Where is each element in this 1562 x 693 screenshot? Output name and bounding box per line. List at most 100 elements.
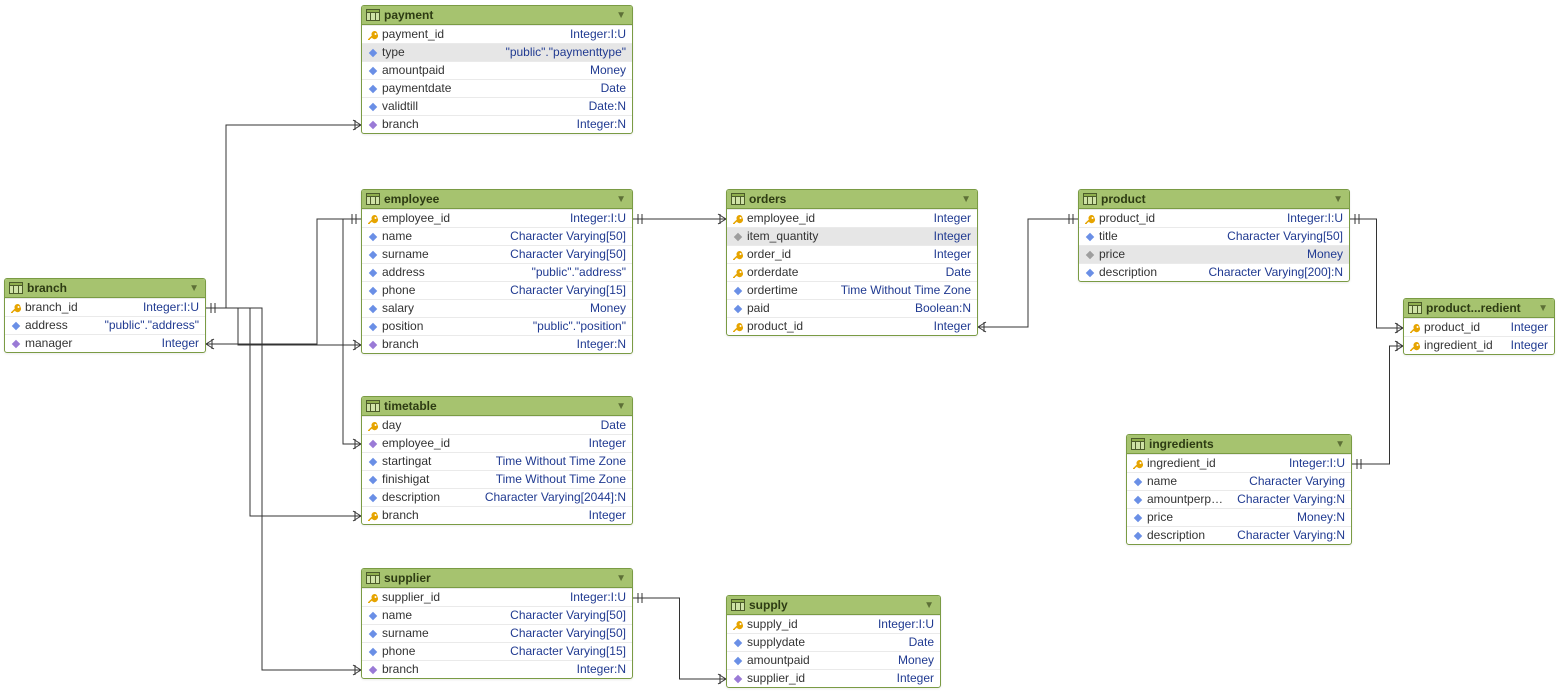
column-row[interactable]: supply_idInteger:I:U [727,615,940,633]
column-row[interactable]: order_idInteger [727,245,977,263]
column-row[interactable]: employee_idInteger:I:U [362,209,632,227]
entity-header[interactable]: product▼ [1079,190,1349,209]
diamond-icon [366,493,380,503]
column-row[interactable]: product_idInteger [727,317,977,335]
column-type: Integer:I:U [870,616,934,633]
entity-branch[interactable]: branch▼branch_idInteger:I:Uaddress"publi… [4,278,206,353]
column-row[interactable]: phoneCharacter Varying[15] [362,281,632,299]
column-row[interactable]: item_quantityInteger [727,227,977,245]
column-row[interactable]: ingredient_idInteger:I:U [1127,454,1351,472]
entity-timetable[interactable]: timetable▼dayDateemployee_idIntegerstart… [361,396,633,525]
column-row[interactable]: branch_idInteger:I:U [5,298,205,316]
column-row[interactable]: priceMoney [1079,245,1349,263]
column-row[interactable]: employee_idInteger [362,434,632,452]
column-row[interactable]: supplier_idInteger:I:U [362,588,632,606]
entity-header[interactable]: supply▼ [727,596,940,615]
entity-title: supplier [384,571,616,585]
column-row[interactable]: product_idInteger [1404,318,1554,336]
column-row[interactable]: validtillDate:N [362,97,632,115]
column-row[interactable]: product_idInteger:I:U [1079,209,1349,227]
column-row[interactable]: orderdateDate [727,263,977,281]
column-row[interactable]: managerInteger [5,334,205,352]
column-row[interactable]: branchInteger:N [362,335,632,353]
column-row[interactable]: supplydateDate [727,633,940,651]
column-type: Date:N [581,98,626,115]
column-row[interactable]: dayDate [362,416,632,434]
column-row[interactable]: descriptionCharacter Varying[200]:N [1079,263,1349,281]
column-type: Integer [581,507,626,524]
entity-header[interactable]: supplier▼ [362,569,632,588]
entity-header[interactable]: employee▼ [362,190,632,209]
entity-supply[interactable]: supply▼supply_idInteger:I:UsupplydateDat… [726,595,941,688]
column-row[interactable]: branchInteger [362,506,632,524]
entity-ingredients[interactable]: ingredients▼ingredient_idInteger:I:Uname… [1126,434,1352,545]
column-row[interactable]: amountpaidMoney [362,61,632,79]
table-icon [731,599,745,611]
column-row[interactable]: type"public"."paymenttype" [362,43,632,61]
diamond-icon [366,647,380,657]
entity-header[interactable]: product...redient▼ [1404,299,1554,318]
table-icon [1131,438,1145,450]
entity-header[interactable]: orders▼ [727,190,977,209]
entity-header[interactable]: timetable▼ [362,397,632,416]
entity-supplier[interactable]: supplier▼supplier_idInteger:I:UnameChara… [361,568,633,679]
column-row[interactable]: payment_idInteger:I:U [362,25,632,43]
erd-canvas[interactable]: { "entities": { "branch": { "title": "br… [0,0,1562,693]
column-row[interactable]: surnameCharacter Varying[50] [362,245,632,263]
column-row[interactable]: amountperpackCharacter Varying:N [1127,490,1351,508]
column-row[interactable]: finishigatTime Without Time Zone [362,470,632,488]
entity-payment[interactable]: payment▼payment_idInteger:I:Utype"public… [361,5,633,134]
column-name: ordertime [747,282,833,299]
entity-header[interactable]: branch▼ [5,279,205,298]
entity-product[interactable]: product▼product_idInteger:I:UtitleCharac… [1078,189,1350,282]
connector-line [352,214,356,224]
entity-header[interactable]: payment▼ [362,6,632,25]
column-row[interactable]: nameCharacter Varying[50] [362,606,632,624]
column-name: product_id [747,318,926,335]
column-row[interactable]: nameCharacter Varying [1127,472,1351,490]
column-row[interactable]: employee_idInteger [727,209,977,227]
column-name: position [382,318,525,335]
column-type: Integer [926,246,971,263]
column-row[interactable]: branchInteger:N [362,115,632,133]
column-row[interactable]: phoneCharacter Varying[15] [362,642,632,660]
connector-line [633,598,726,679]
key-icon [366,213,380,225]
column-name: phone [382,643,502,660]
connector-line [343,219,361,444]
column-row[interactable]: titleCharacter Varying[50] [1079,227,1349,245]
column-name: amountpaid [747,652,890,669]
column-name: name [1147,473,1241,490]
column-name: supplier_id [382,589,562,606]
key-icon [366,510,380,522]
column-row[interactable]: paidBoolean:N [727,299,977,317]
column-name: branch [382,116,569,133]
entity-product_ingredient[interactable]: product...redient▼product_idIntegeringre… [1403,298,1555,355]
entity-orders[interactable]: orders▼employee_idIntegeritem_quantityIn… [726,189,978,336]
column-row[interactable]: position"public"."position" [362,317,632,335]
column-type: Integer [1503,319,1548,336]
column-row[interactable]: address"public"."address" [362,263,632,281]
entity-employee[interactable]: employee▼employee_idInteger:I:UnameChara… [361,189,633,354]
column-row[interactable]: priceMoney:N [1127,508,1351,526]
column-row[interactable]: descriptionCharacter Varying[2044]:N [362,488,632,506]
column-row[interactable]: descriptionCharacter Varying:N [1127,526,1351,544]
column-name: price [1147,509,1289,526]
table-icon [731,193,745,205]
column-row[interactable]: salaryMoney [362,299,632,317]
entity-header[interactable]: ingredients▼ [1127,435,1351,454]
column-row[interactable]: surnameCharacter Varying[50] [362,624,632,642]
column-type: Integer [581,435,626,452]
column-name: branch [382,507,581,524]
column-row[interactable]: supplier_idInteger [727,669,940,687]
column-row[interactable]: address"public"."address" [5,316,205,334]
column-row[interactable]: ordertimeTime Without Time Zone [727,281,977,299]
column-row[interactable]: ingredient_idInteger [1404,336,1554,354]
column-row[interactable]: branchInteger:N [362,660,632,678]
column-row[interactable]: nameCharacter Varying[50] [362,227,632,245]
column-row[interactable]: amountpaidMoney [727,651,940,669]
entity-title: ingredients [1149,437,1335,451]
column-row[interactable]: paymentdateDate [362,79,632,97]
column-row[interactable]: startingatTime Without Time Zone [362,452,632,470]
key-icon [366,420,380,432]
